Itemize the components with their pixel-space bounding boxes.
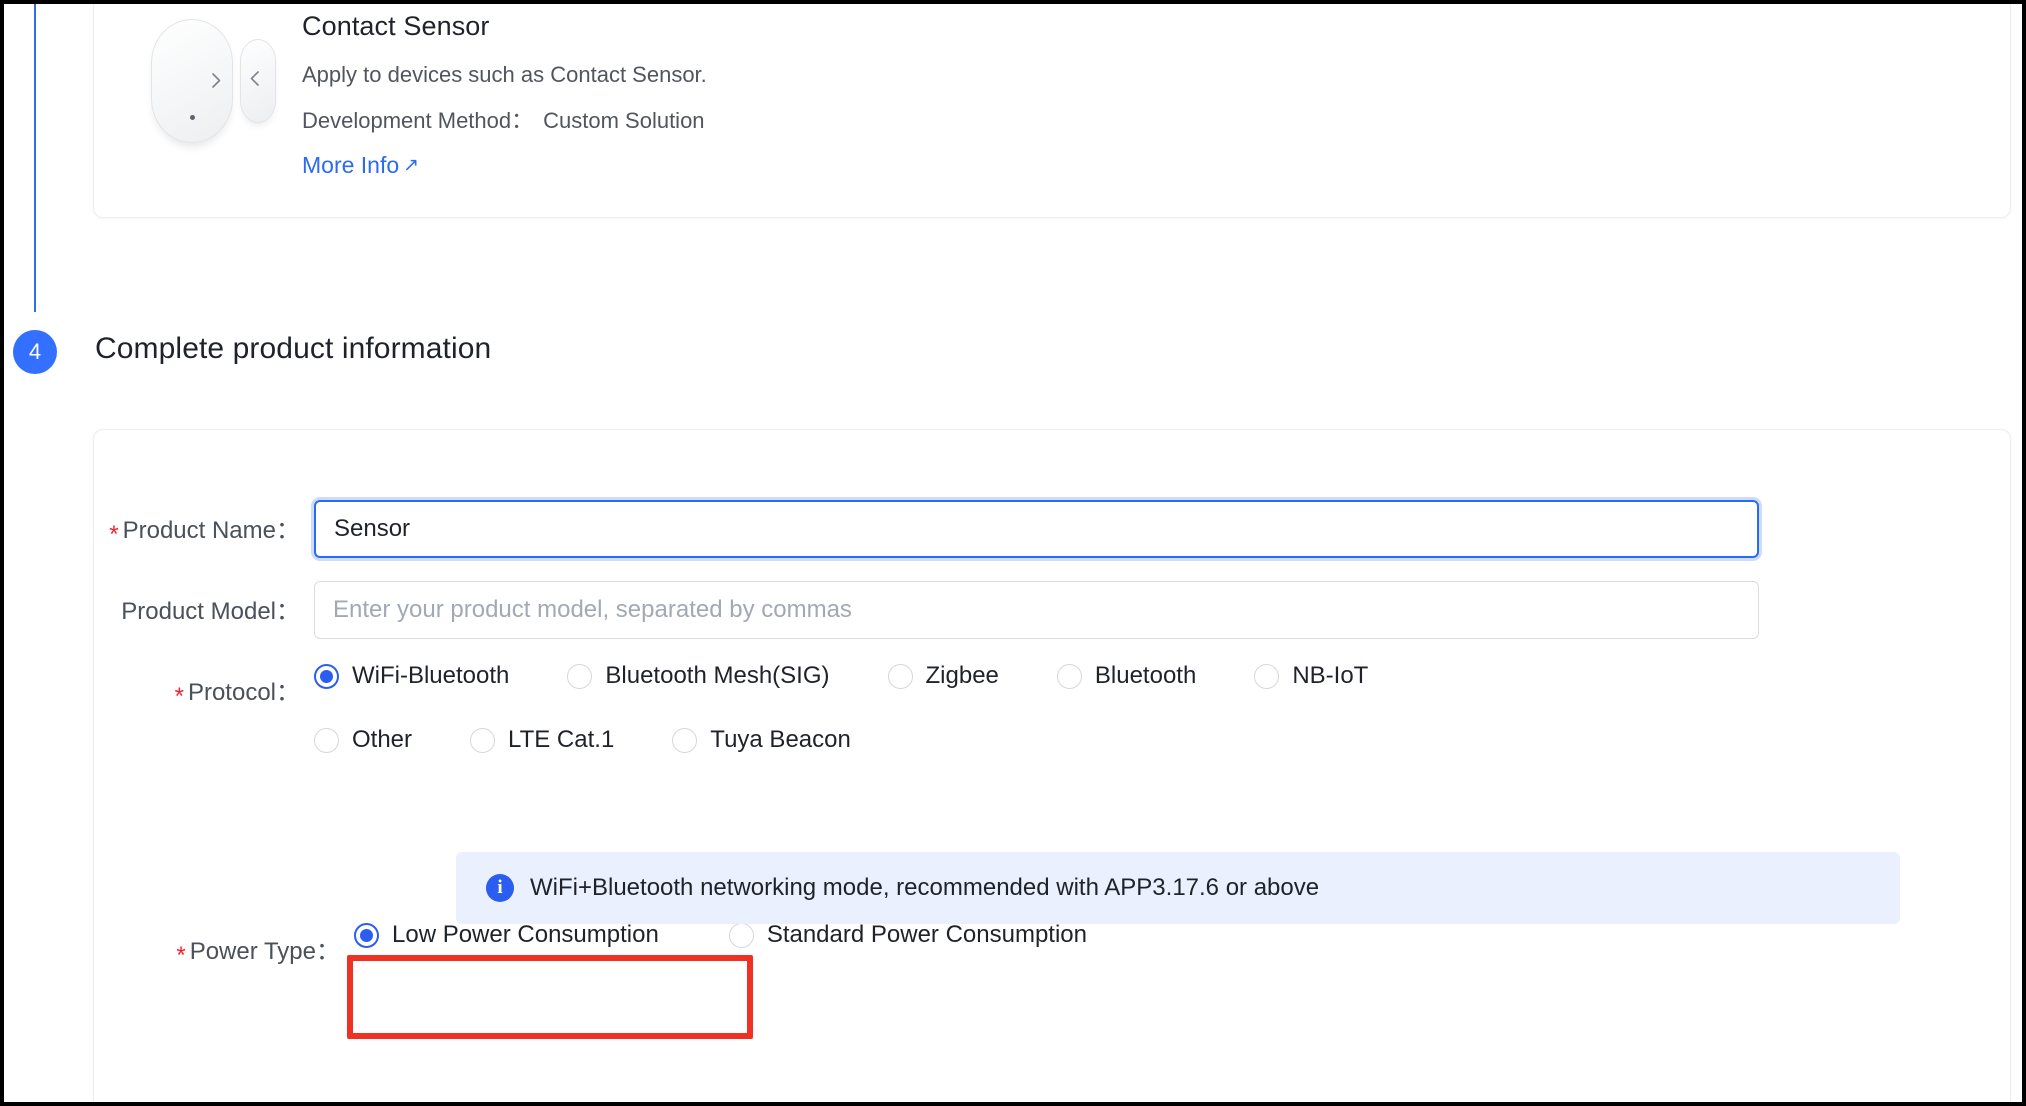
info-circle-icon: i (486, 874, 514, 902)
radio-indicator (1254, 663, 1280, 689)
radio-protocol-tuya-beacon[interactable]: Tuya Beacon (672, 726, 851, 754)
form-row-product-name: * Product Name： (94, 500, 1759, 558)
radio-power-type-low[interactable]: Low Power Consumption (354, 921, 659, 949)
radio-protocol-other[interactable]: Other (314, 726, 412, 754)
device-card-content: Contact Sensor Apply to devices such as … (94, 4, 2010, 217)
radio-power-type-standard[interactable]: Standard Power Consumption (728, 921, 1087, 949)
product-name-input[interactable] (314, 500, 1759, 558)
form-row-protocol-continued: Other LTE Cat.1 Tuya Beacon (314, 726, 851, 754)
radio-indicator (314, 727, 339, 753)
protocol-radio-group-row2: Other LTE Cat.1 Tuya Beacon (314, 726, 851, 754)
power-type-label-text: Power Type (189, 938, 316, 965)
radio-label: Zigbee (925, 662, 999, 689)
radio-label: Low Power Consumption (392, 921, 659, 948)
required-asterisk: * (109, 521, 119, 548)
product-creation-page: 4 Contact Sensor Apply to devices such a… (0, 0, 2026, 1106)
radio-label: LTE Cat.1 (508, 726, 615, 753)
radio-protocol-bluetooth[interactable]: Bluetooth (1056, 662, 1197, 690)
product-name-label-text: Product Name (122, 517, 276, 544)
radio-indicator (887, 663, 913, 689)
radio-label: Bluetooth Mesh(SIG) (605, 662, 830, 689)
protocol-label-colon: ： (276, 679, 300, 706)
required-asterisk: * (176, 942, 186, 969)
form-row-product-model: Product Model： (94, 581, 1759, 639)
product-model-label-text: Product Model (121, 598, 276, 625)
selected-device-card[interactable]: Contact Sensor Apply to devices such as … (93, 4, 2011, 218)
radio-label: Other (352, 726, 413, 753)
more-info-label: More Info (302, 152, 400, 178)
power-type-radio-group: Low Power Consumption Standard Power Con… (354, 921, 1087, 949)
device-description: Apply to devices such as Contact Sensor. (302, 62, 707, 87)
radio-indicator (567, 663, 593, 689)
device-info-block: Contact Sensor Apply to devices such as … (302, 9, 707, 179)
radio-protocol-bluetooth-mesh-sig[interactable]: Bluetooth Mesh(SIG) (567, 662, 830, 690)
radio-label: Tuya Beacon (710, 726, 851, 753)
sensor-main-body-shape (151, 19, 233, 143)
radio-protocol-lte-cat1[interactable]: LTE Cat.1 (470, 726, 614, 754)
page-title: Complete product information (95, 332, 492, 365)
device-title: Contact Sensor (302, 11, 490, 41)
form-row-power-type: * Power Type： Low Power Consumption Stand… (94, 921, 1087, 969)
radio-indicator (1056, 663, 1082, 689)
product-model-input[interactable] (314, 581, 1759, 639)
radio-indicator (354, 922, 379, 948)
contact-sensor-device-icon (134, 9, 276, 159)
more-info-link[interactable]: More Info ↗ (302, 152, 419, 179)
radio-indicator (314, 663, 339, 689)
step-rail-connector-line (34, 4, 36, 312)
radio-label: Bluetooth (1094, 662, 1197, 689)
radio-label: WiFi-Bluetooth (352, 662, 510, 689)
chevron-right-icon (212, 73, 221, 88)
radio-protocol-wifi-bluetooth[interactable]: WiFi-Bluetooth (314, 662, 509, 690)
sensor-magnet-body-shape (240, 39, 276, 123)
development-method-label: Development Method： (302, 108, 534, 133)
power-type-label-colon: ： (316, 938, 340, 965)
product-information-form-card: *Product Name： Product Model： *Protocol：… (93, 429, 2011, 1102)
protocol-notice-banner: i WiFi+Bluetooth networking mode, recomm… (456, 852, 1900, 924)
product-name-label-colon: ： (276, 517, 300, 544)
radio-label: Standard Power Consumption (766, 921, 1087, 948)
radio-protocol-zigbee[interactable]: Zigbee (887, 662, 999, 690)
protocol-notice-text: WiFi+Bluetooth networking mode, recommen… (530, 874, 1320, 901)
radio-indicator (728, 922, 754, 948)
product-name-label: * Product Name： (94, 500, 314, 548)
product-model-label: Product Model： (94, 581, 314, 626)
radio-indicator (672, 727, 698, 753)
external-link-arrow-icon: ↗ (403, 155, 420, 176)
radio-indicator (470, 727, 496, 753)
step-number-badge: 4 (13, 330, 57, 374)
device-development-method: Development Method： Custom Solution (302, 103, 707, 135)
protocol-label: * Protocol： (94, 662, 314, 710)
power-type-label: * Power Type： (94, 921, 354, 969)
form-row-protocol: * Protocol： WiFi-Bluetooth Bluetooth Mesh… (94, 662, 1369, 710)
chevron-left-icon (250, 71, 259, 86)
required-asterisk: * (174, 683, 184, 710)
radio-protocol-nb-iot[interactable]: NB-IoT (1254, 662, 1368, 690)
radio-label: NB-IoT (1292, 662, 1369, 689)
protocol-label-text: Protocol (187, 679, 276, 706)
protocol-radio-group-row1: WiFi-Bluetooth Bluetooth Mesh(SIG) Zigbe… (314, 662, 1368, 690)
product-model-label-colon: ： (276, 598, 300, 625)
development-method-value: Custom Solution (543, 108, 705, 133)
